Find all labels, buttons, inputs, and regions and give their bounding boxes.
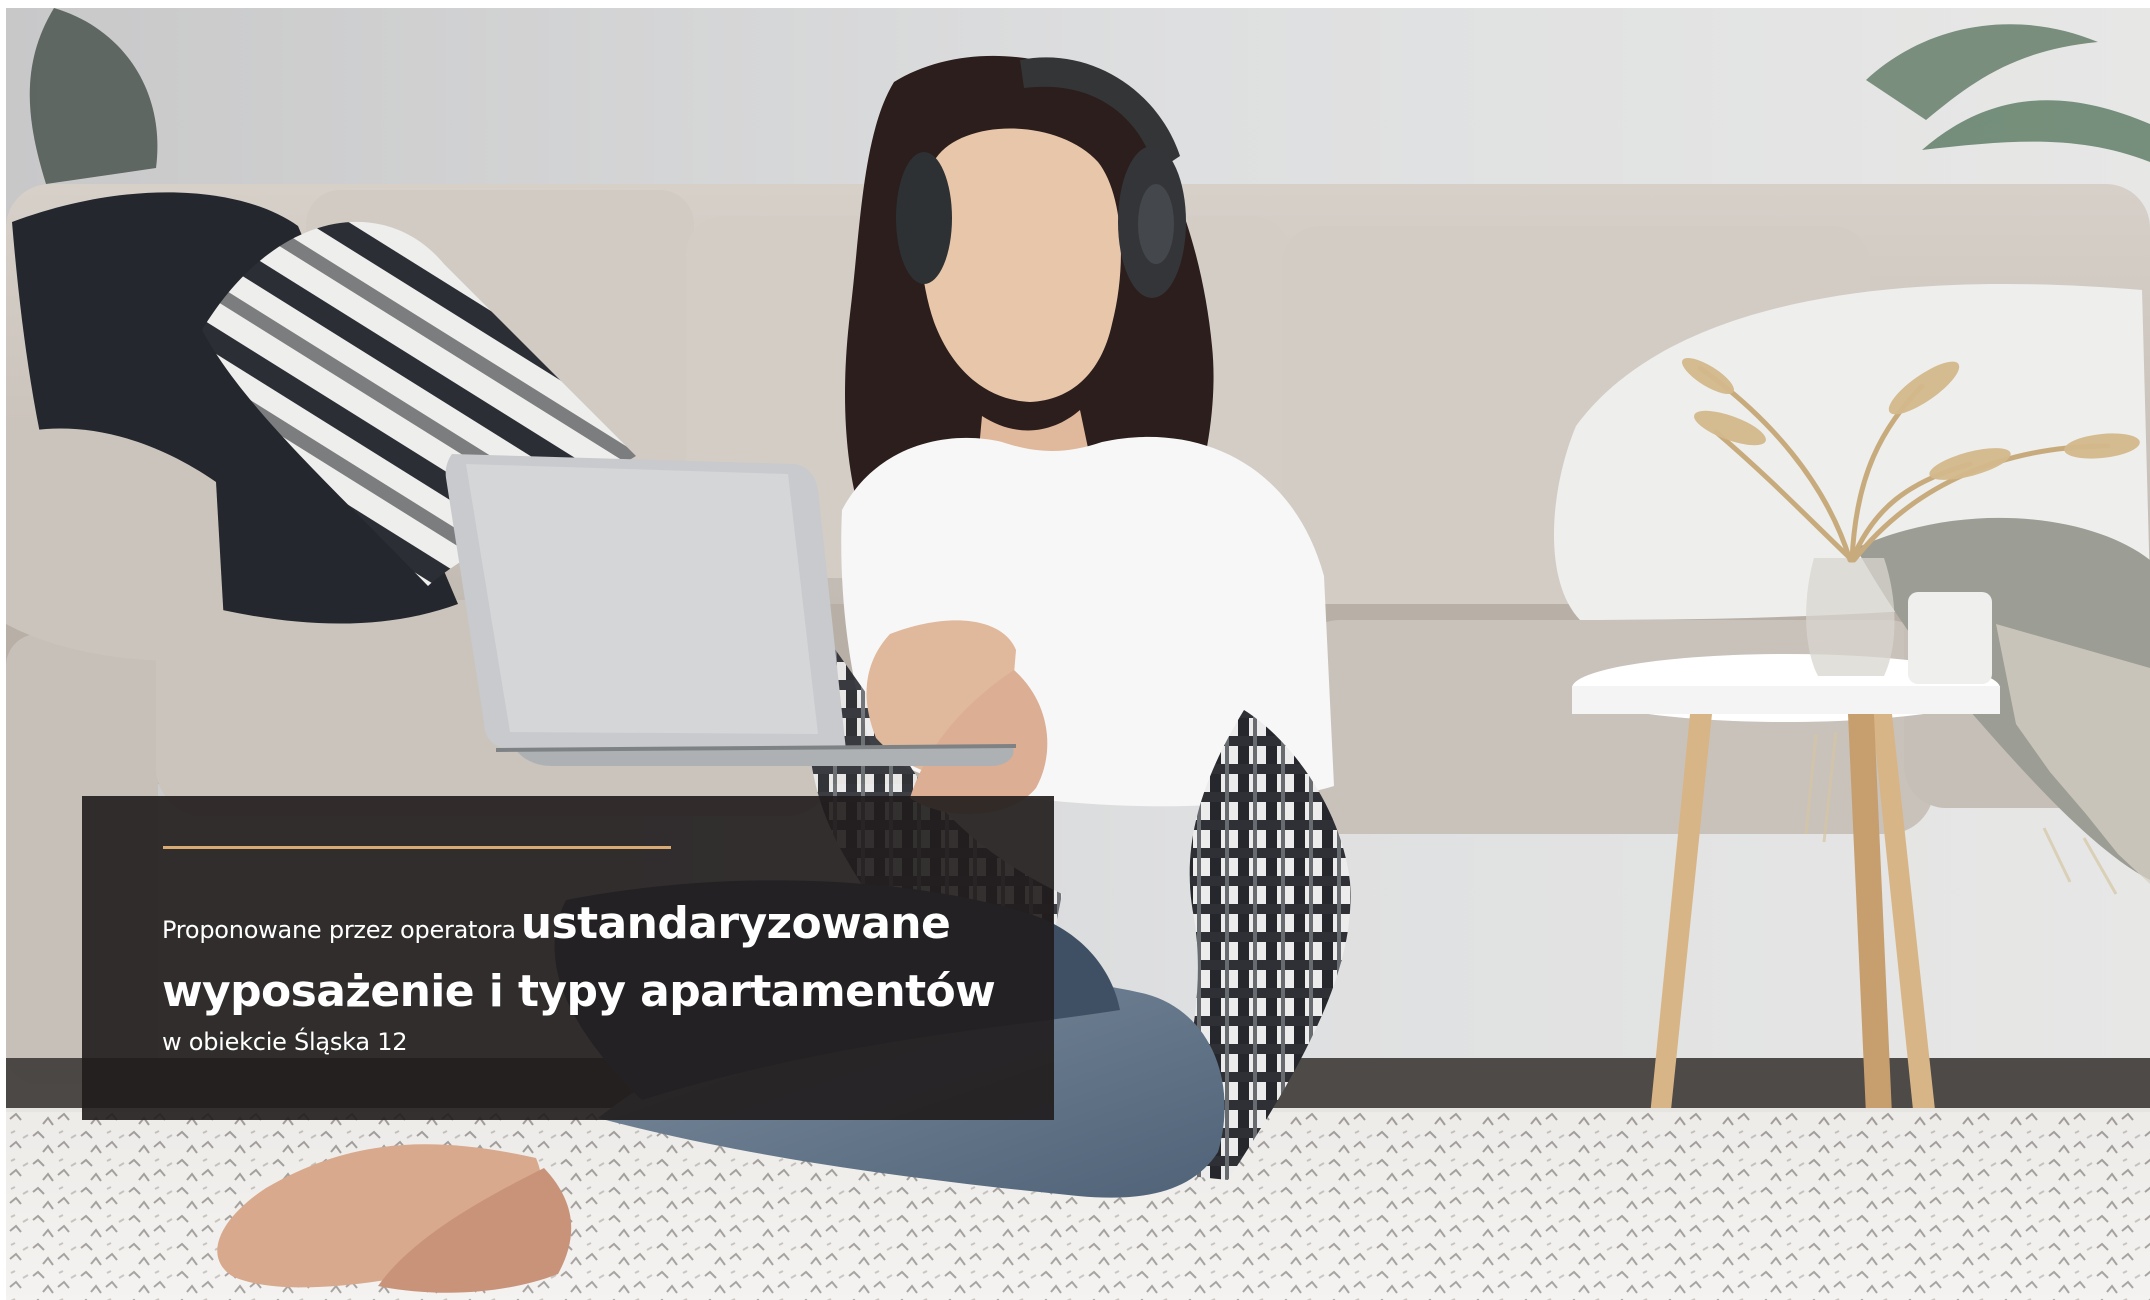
- caption-lead-text: Proponowane przez operatora: [162, 916, 516, 944]
- offer-caption-panel: Proponowane przez operatora ustandaryzow…: [82, 796, 1054, 1120]
- accent-rule: [163, 846, 671, 849]
- caption-text: Proponowane przez operatora ustandaryzow…: [162, 892, 1022, 1059]
- caption-highlight-first-line: ustandaryzowane: [520, 898, 951, 949]
- property-location: w obiekcie Śląska 12: [162, 1028, 408, 1056]
- caption-highlight-second-line: wyposażenie i typy apartamentów: [162, 966, 996, 1017]
- promotional-graphic: Proponowane przez operatora ustandaryzow…: [0, 0, 2150, 1300]
- caption-first-line: Proponowane przez operatora ustandaryzow…: [162, 892, 1022, 965]
